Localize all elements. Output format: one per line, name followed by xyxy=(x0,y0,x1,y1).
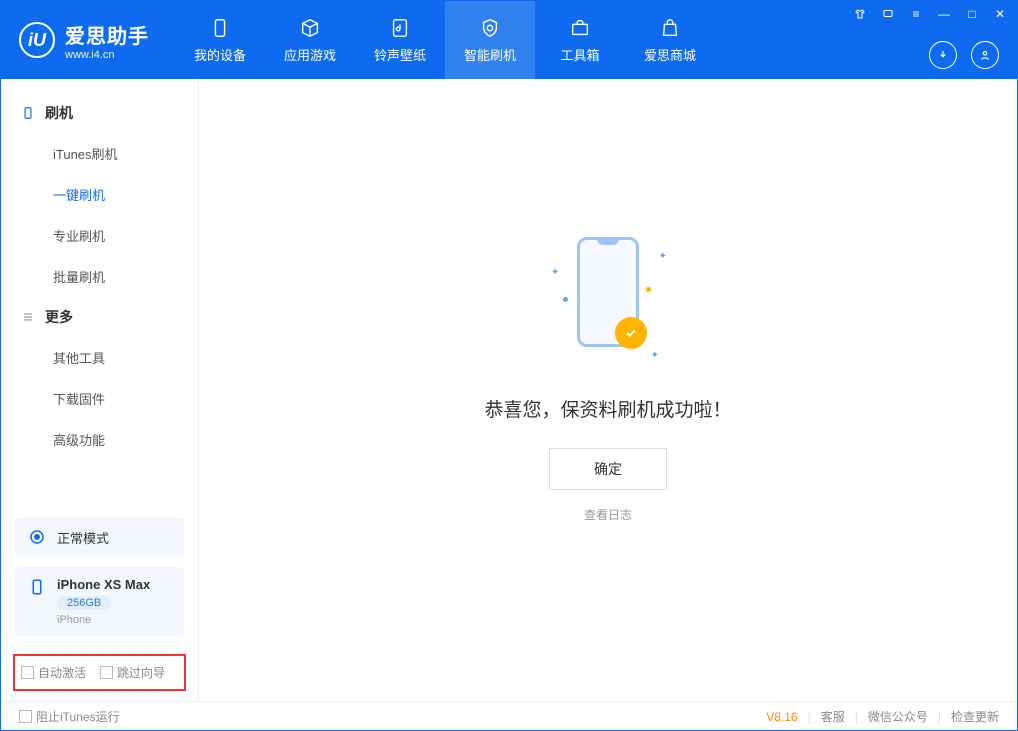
maximize-button[interactable]: □ xyxy=(965,7,979,21)
refresh-shield-icon xyxy=(479,17,501,39)
app-name: 爱思助手 xyxy=(65,20,149,49)
device-storage: 256GB xyxy=(57,596,111,610)
section-more: 更多 xyxy=(1,297,198,337)
device-phone-icon xyxy=(27,577,47,597)
block-itunes-checkbox[interactable]: 阻止iTunes运行 xyxy=(19,708,120,725)
device-name: iPhone XS Max xyxy=(57,577,150,592)
device-box[interactable]: iPhone XS Max 256GB iPhone xyxy=(15,567,184,636)
download-button[interactable] xyxy=(929,41,957,69)
bottom-options: 自动激活 跳过向导 xyxy=(13,654,186,691)
auto-activate-checkbox[interactable]: 自动激活 xyxy=(21,664,86,681)
mode-icon xyxy=(27,527,47,547)
skip-guide-checkbox[interactable]: 跳过向导 xyxy=(100,664,165,681)
close-button[interactable]: ✕ xyxy=(993,7,1007,21)
footer-link-support[interactable]: 客服 xyxy=(821,708,845,725)
app-url: www.i4.cn xyxy=(65,49,149,61)
confirm-button[interactable]: 确定 xyxy=(549,448,667,490)
phone-small-icon xyxy=(21,106,35,120)
device-boxes: 正常模式 iPhone XS Max 256GB iPhone xyxy=(1,517,198,646)
nav-my-device[interactable]: 我的设备 xyxy=(175,1,265,79)
music-file-icon xyxy=(389,17,411,39)
nav-label: 智能刷机 xyxy=(464,45,516,64)
feedback-icon[interactable] xyxy=(881,7,895,21)
mode-label: 正常模式 xyxy=(57,528,109,547)
sidebar-item-pro-flash[interactable]: 专业刷机 xyxy=(1,215,198,256)
block-itunes-label: 阻止iTunes运行 xyxy=(36,710,120,724)
sidebar-item-itunes-flash[interactable]: iTunes刷机 xyxy=(1,133,198,174)
footer: 阻止iTunes运行 V8.16 | 客服 | 微信公众号 | 检查更新 xyxy=(1,701,1017,731)
phone-icon xyxy=(209,17,231,39)
sidebar-item-onekey-flash[interactable]: 一键刷机 xyxy=(1,174,198,215)
check-badge-icon xyxy=(615,317,647,349)
nav-label: 爱思商城 xyxy=(644,45,696,64)
briefcase-icon xyxy=(569,17,591,39)
nav-label: 工具箱 xyxy=(560,45,599,64)
sidebar-item-download-firmware[interactable]: 下载固件 xyxy=(1,378,198,419)
top-nav: 我的设备 应用游戏 铃声壁纸 智能刷机 工具箱 爱思商城 xyxy=(175,1,715,79)
nav-apps-games[interactable]: 应用游戏 xyxy=(265,1,355,79)
nav-label: 应用游戏 xyxy=(284,45,336,64)
auto-activate-label: 自动激活 xyxy=(38,666,86,680)
minimize-button[interactable]: — xyxy=(937,7,951,21)
section-title: 更多 xyxy=(45,307,73,327)
device-info: iPhone XS Max 256GB iPhone xyxy=(57,577,150,626)
footer-left: 阻止iTunes运行 xyxy=(19,708,766,725)
version-label: V8.16 xyxy=(766,710,797,724)
nav-label: 铃声壁纸 xyxy=(374,45,426,64)
nav-ringtone-wallpaper[interactable]: 铃声壁纸 xyxy=(355,1,445,79)
body: 刷机 iTunes刷机 一键刷机 专业刷机 批量刷机 更多 其他工具 下载固件 … xyxy=(1,79,1017,701)
skip-guide-label: 跳过向导 xyxy=(117,666,165,680)
logo-icon: iU xyxy=(19,22,55,58)
shopping-bag-icon xyxy=(659,17,681,39)
device-type: iPhone xyxy=(57,614,150,626)
phone-illustration: ✦✦✦ xyxy=(563,237,653,367)
list-icon xyxy=(21,310,35,324)
main-content: ✦✦✦ 恭喜您，保资料刷机成功啦！ 确定 查看日志 xyxy=(199,79,1017,701)
menu-icon[interactable]: ≡ xyxy=(909,7,923,21)
window-controls: ≡ — □ ✕ xyxy=(853,7,1007,21)
footer-link-update[interactable]: 检查更新 xyxy=(951,708,999,725)
nav-label: 我的设备 xyxy=(194,45,246,64)
mode-box[interactable]: 正常模式 xyxy=(15,517,184,557)
logo-text: 爱思助手 www.i4.cn xyxy=(65,20,149,61)
app-header: iU 爱思助手 www.i4.cn 我的设备 应用游戏 铃声壁纸 智能刷机 工具… xyxy=(1,1,1017,79)
nav-toolbox[interactable]: 工具箱 xyxy=(535,1,625,79)
nav-store[interactable]: 爱思商城 xyxy=(625,1,715,79)
cube-icon xyxy=(299,17,321,39)
footer-link-wechat[interactable]: 微信公众号 xyxy=(868,708,928,725)
sidebar-item-advanced[interactable]: 高级功能 xyxy=(1,419,198,460)
logo-area: iU 爱思助手 www.i4.cn xyxy=(1,20,167,61)
header-right-icons xyxy=(929,41,999,69)
sidebar-item-other-tools[interactable]: 其他工具 xyxy=(1,337,198,378)
nav-smart-flash[interactable]: 智能刷机 xyxy=(445,1,535,79)
sidebar-item-batch-flash[interactable]: 批量刷机 xyxy=(1,256,198,297)
success-message: 恭喜您，保资料刷机成功啦！ xyxy=(484,395,731,422)
section-flash: 刷机 xyxy=(1,93,198,133)
footer-right: V8.16 | 客服 | 微信公众号 | 检查更新 xyxy=(766,708,999,725)
section-title: 刷机 xyxy=(45,103,73,123)
tshirt-icon[interactable] xyxy=(853,7,867,21)
view-log-link[interactable]: 查看日志 xyxy=(584,506,632,523)
sidebar: 刷机 iTunes刷机 一键刷机 专业刷机 批量刷机 更多 其他工具 下载固件 … xyxy=(1,79,199,701)
user-button[interactable] xyxy=(971,41,999,69)
sidebar-scroll: 刷机 iTunes刷机 一键刷机 专业刷机 批量刷机 更多 其他工具 下载固件 … xyxy=(1,79,198,517)
